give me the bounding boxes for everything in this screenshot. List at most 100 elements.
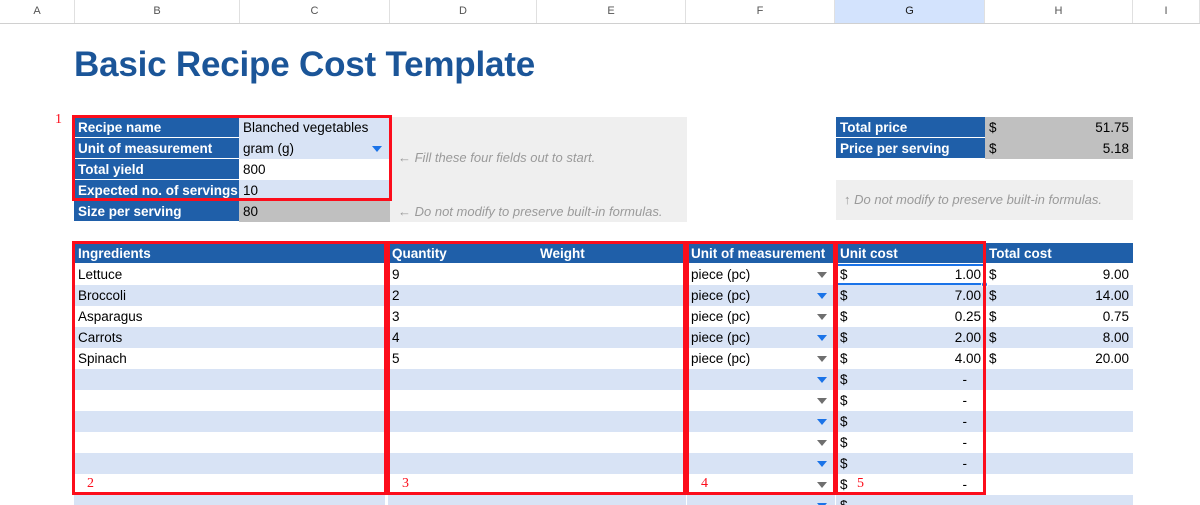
chevron-down-icon[interactable] bbox=[817, 335, 827, 341]
cell-total-cost: $0.75 bbox=[985, 306, 1133, 327]
cell-unit-cost[interactable]: $0.25 bbox=[836, 306, 985, 327]
currency-symbol: $ bbox=[840, 414, 848, 429]
cell-total-cost bbox=[985, 432, 1133, 453]
recipe-info-value-0[interactable]: Blanched vegetables bbox=[239, 117, 390, 138]
cell-weight bbox=[536, 327, 686, 348]
cell-quantity[interactable]: 5 bbox=[388, 348, 536, 369]
cell-ingredient[interactable] bbox=[74, 432, 385, 453]
cell-unit-cost[interactable]: $ - bbox=[836, 411, 985, 432]
column-header-c[interactable]: C bbox=[240, 0, 390, 23]
annotation-number-1: 1 bbox=[55, 112, 62, 127]
currency-symbol: $ bbox=[840, 372, 848, 387]
column-header-a[interactable]: A bbox=[0, 0, 75, 23]
chevron-down-icon[interactable] bbox=[817, 440, 827, 446]
column-header-bar: ABCDEFGHI bbox=[0, 0, 1200, 24]
cell-quantity[interactable] bbox=[388, 453, 536, 474]
chevron-down-icon[interactable] bbox=[817, 272, 827, 278]
cell-unit-of-measurement[interactable]: piece (pc) bbox=[687, 264, 835, 285]
cell-unit-of-measurement[interactable]: piece (pc) bbox=[687, 327, 835, 348]
cell-quantity[interactable] bbox=[388, 495, 536, 505]
cell-unit-cost[interactable]: $2.00 bbox=[836, 327, 985, 348]
cell-total-cost bbox=[985, 495, 1133, 505]
chevron-down-icon[interactable] bbox=[817, 419, 827, 425]
cell-ingredient[interactable]: Carrots bbox=[74, 327, 385, 348]
chevron-down-icon[interactable] bbox=[372, 146, 382, 152]
cell-unit-of-measurement[interactable] bbox=[687, 453, 835, 474]
cell-unit-cost[interactable]: $4.00 bbox=[836, 348, 985, 369]
recipe-info-value-3[interactable]: 10 bbox=[239, 180, 390, 201]
cell-ingredient[interactable]: Lettuce bbox=[74, 264, 385, 285]
cell-quantity[interactable] bbox=[388, 390, 536, 411]
summary-label-0: Total price bbox=[836, 117, 985, 138]
cell-quantity[interactable]: 3 bbox=[388, 306, 536, 327]
cell-unit-cost[interactable]: $ - bbox=[836, 432, 985, 453]
recipe-info-value-2[interactable]: 800 bbox=[239, 159, 390, 180]
column-header-b[interactable]: B bbox=[75, 0, 240, 23]
recipe-info-value-1[interactable]: gram (g) bbox=[239, 138, 390, 159]
chevron-down-icon[interactable] bbox=[817, 461, 827, 467]
fill-handle[interactable] bbox=[981, 281, 988, 288]
cell-unit-of-measurement[interactable] bbox=[687, 432, 835, 453]
column-header-d[interactable]: D bbox=[390, 0, 537, 23]
cell-ingredient[interactable]: Broccoli bbox=[74, 285, 385, 306]
cell-total-cost bbox=[985, 474, 1133, 495]
cell-total-cost: $8.00 bbox=[985, 327, 1133, 348]
total-cost-amount: 14.00 bbox=[1095, 288, 1129, 303]
cell-ingredient[interactable]: Spinach bbox=[74, 348, 385, 369]
cell-unit-cost[interactable]: $ bbox=[836, 495, 985, 505]
cell-unit-of-measurement[interactable] bbox=[687, 390, 835, 411]
column-header-f[interactable]: F bbox=[686, 0, 835, 23]
currency-symbol: $ bbox=[840, 330, 848, 345]
cell-unit-cost[interactable]: $ - bbox=[836, 390, 985, 411]
cell-unit-of-measurement[interactable] bbox=[687, 369, 835, 390]
summary-amount: 51.75 bbox=[1095, 120, 1129, 135]
column-header-h[interactable]: H bbox=[985, 0, 1133, 23]
chevron-down-icon[interactable] bbox=[817, 314, 827, 320]
currency-symbol: $ bbox=[989, 267, 997, 282]
cell-unit-of-measurement[interactable] bbox=[687, 411, 835, 432]
chevron-down-icon[interactable] bbox=[817, 377, 827, 383]
cell-weight bbox=[536, 495, 686, 505]
unit-cost-amount: 0.25 bbox=[954, 309, 981, 324]
chevron-down-icon[interactable] bbox=[817, 356, 827, 362]
cell-unit-cost[interactable]: $ - bbox=[836, 369, 985, 390]
annotation-number-4: 4 bbox=[701, 476, 708, 491]
cell-quantity[interactable]: 4 bbox=[388, 327, 536, 348]
cell-unit-of-measurement[interactable] bbox=[687, 474, 835, 495]
cell-unit-cost[interactable]: $ - bbox=[836, 453, 985, 474]
cell-ingredient[interactable] bbox=[74, 453, 385, 474]
cell-ingredient[interactable]: Asparagus bbox=[74, 306, 385, 327]
cell-weight bbox=[536, 390, 686, 411]
cell-quantity[interactable] bbox=[388, 369, 536, 390]
column-header-e[interactable]: E bbox=[537, 0, 686, 23]
recipe-info-label-3: Expected no. of servings bbox=[74, 180, 239, 201]
column-header-g[interactable]: G bbox=[835, 0, 985, 23]
unit-cost-amount: - bbox=[962, 372, 968, 387]
summary-amount: 5.18 bbox=[1102, 141, 1129, 156]
cell-unit-of-measurement[interactable]: piece (pc) bbox=[687, 306, 835, 327]
cell-unit-of-measurement[interactable] bbox=[687, 495, 835, 505]
column-header-i[interactable]: I bbox=[1133, 0, 1200, 23]
cell-unit-cost[interactable]: $7.00 bbox=[836, 285, 985, 306]
cell-quantity[interactable] bbox=[388, 411, 536, 432]
currency-symbol: $ bbox=[840, 351, 848, 366]
cell-quantity[interactable] bbox=[388, 432, 536, 453]
chevron-down-icon[interactable] bbox=[817, 398, 827, 404]
cell-ingredient[interactable] bbox=[74, 411, 385, 432]
cell-ingredient[interactable] bbox=[74, 390, 385, 411]
summary-value-1: $5.18 bbox=[985, 138, 1133, 159]
chevron-down-icon[interactable] bbox=[817, 293, 827, 299]
cell-quantity[interactable]: 2 bbox=[388, 285, 536, 306]
cell-unit-of-measurement[interactable]: piece (pc) bbox=[687, 348, 835, 369]
currency-symbol: $ bbox=[840, 288, 848, 303]
cell-ingredient[interactable] bbox=[74, 474, 385, 495]
cell-quantity[interactable] bbox=[388, 474, 536, 495]
cell-ingredient[interactable] bbox=[74, 369, 385, 390]
cell-unit-of-measurement[interactable]: piece (pc) bbox=[687, 285, 835, 306]
cell-unit-cost[interactable]: $1.00 bbox=[836, 264, 985, 285]
cell-weight bbox=[536, 348, 686, 369]
unit-cost-amount: 4.00 bbox=[954, 351, 981, 366]
cell-ingredient[interactable] bbox=[74, 495, 385, 505]
chevron-down-icon[interactable] bbox=[817, 482, 827, 488]
cell-quantity[interactable]: 9 bbox=[388, 264, 536, 285]
